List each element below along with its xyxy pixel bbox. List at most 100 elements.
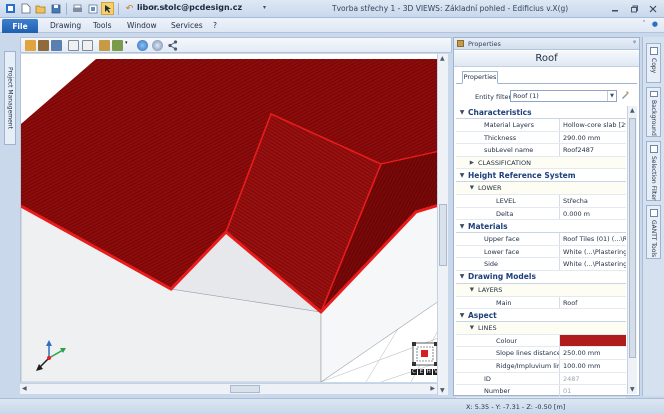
user-account[interactable]: libor.stolc@pcdesign.cz xyxy=(137,3,242,12)
property-value[interactable]: Hollow-core slab [290 xyxy=(560,119,626,131)
chevron-down-icon[interactable]: ▼ xyxy=(607,91,616,101)
collapse-icon[interactable]: ▼ xyxy=(456,172,468,179)
save-icon[interactable] xyxy=(49,2,62,15)
scroll-up-icon[interactable]: ▲ xyxy=(440,55,445,62)
property-value[interactable]: Střecha xyxy=(560,195,626,207)
collapse-icon[interactable]: ▼ xyxy=(456,185,478,191)
property-row[interactable]: Number 01 xyxy=(456,385,626,398)
preview-icon[interactable] xyxy=(86,2,99,15)
menu-window[interactable]: Window xyxy=(127,21,157,30)
viewport-vertical-scrollbar[interactable]: ▲ ▼ xyxy=(437,54,448,395)
user-dropdown-icon[interactable]: ▾ xyxy=(263,4,266,11)
menu-help[interactable]: ? xyxy=(213,21,217,30)
section-aspect[interactable]: ▼ Aspect xyxy=(456,309,626,323)
property-value[interactable]: 290.00 mm xyxy=(560,132,626,144)
section-view-icon[interactable] xyxy=(82,40,93,51)
property-value[interactable]: Roof2487 xyxy=(560,144,626,156)
camera-dropdown-icon[interactable]: ▾ xyxy=(125,40,131,51)
property-row[interactable]: Slope lines distance 250.00 mm xyxy=(456,347,626,360)
collapse-icon[interactable]: ▼ xyxy=(456,287,478,293)
project-management-tab[interactable]: Project Management xyxy=(4,51,16,145)
colour-swatch[interactable] xyxy=(560,334,626,347)
box-view-icon[interactable] xyxy=(68,40,79,51)
scroll-right-icon[interactable]: ▶ xyxy=(430,385,435,392)
collapse-icon[interactable]: ▼ xyxy=(456,325,478,331)
expand-icon[interactable]: ▶ xyxy=(456,160,478,166)
open-folder-icon[interactable] xyxy=(34,2,47,15)
section-height-reference[interactable]: ▼ Height Reference System xyxy=(456,169,626,183)
horizontal-scroll-thumb[interactable] xyxy=(230,385,260,393)
collapse-icon[interactable]: ▼ xyxy=(456,223,468,230)
menu-drawing[interactable]: Drawing xyxy=(50,21,81,30)
3d-viewport[interactable] xyxy=(20,54,448,382)
property-row[interactable]: Side White (...\Plastering xyxy=(456,258,626,271)
section-drawing-models[interactable]: ▼ Drawing Models xyxy=(456,270,626,284)
scroll-down-icon[interactable]: ▼ xyxy=(440,387,445,394)
property-value[interactable]: White (...\Plastering xyxy=(560,258,626,270)
property-value[interactable]: 0.000 m xyxy=(560,208,626,220)
view-cube[interactable]: C E H V xyxy=(411,341,439,379)
new-file-icon[interactable] xyxy=(19,2,32,15)
property-row[interactable]: Delta 0.000 m xyxy=(456,207,626,221)
scroll-down-icon[interactable]: ▼ xyxy=(630,386,635,393)
filter-brush-icon[interactable] xyxy=(620,90,630,102)
view-label-e[interactable]: E xyxy=(418,369,425,375)
render-texture-icon[interactable] xyxy=(38,40,49,51)
tab-properties[interactable]: Properties xyxy=(462,71,498,84)
property-row[interactable]: Upper face Roof Tiles (01) (...\Ro xyxy=(456,233,626,246)
property-grid-scrollbar[interactable]: ▲ ▼ xyxy=(627,106,637,394)
subsection-classification[interactable]: ▶ CLASSIFICATION xyxy=(456,156,626,170)
tab-copy[interactable]: Copy xyxy=(646,43,661,83)
collapse-icon[interactable]: ▼ xyxy=(456,312,468,319)
minimize-icon[interactable] xyxy=(605,1,624,16)
vertical-scroll-thumb[interactable] xyxy=(439,204,447,266)
property-row[interactable]: Thickness 290.00 mm xyxy=(456,131,626,145)
property-row[interactable]: ID 2487 xyxy=(456,372,626,386)
section-materials[interactable]: ▼ Materials xyxy=(456,220,626,234)
orbit-icon[interactable] xyxy=(152,40,163,51)
collapse-icon[interactable]: ▼ xyxy=(456,273,468,280)
property-row[interactable]: subLevel name Roof2487 xyxy=(456,144,626,157)
property-row[interactable]: Colour xyxy=(456,334,626,348)
ribbon-minimize-icon[interactable]: ˆ xyxy=(642,20,646,28)
property-value[interactable]: Roof Tiles (01) (...\Ro xyxy=(560,233,626,245)
close-icon[interactable] xyxy=(643,1,662,16)
entity-filter-select[interactable]: Roof (1) ▼ xyxy=(510,90,617,102)
print-icon[interactable] xyxy=(71,2,84,15)
collapse-icon[interactable]: ▼ xyxy=(456,109,468,116)
restore-icon[interactable] xyxy=(624,1,643,16)
tab-selection-filter[interactable]: Selection Filter xyxy=(646,141,661,201)
viewport-horizontal-scrollbar[interactable]: ◀ ▶ xyxy=(20,383,437,394)
property-value[interactable]: Roof xyxy=(560,297,626,309)
scroll-up-icon[interactable]: ▲ xyxy=(630,107,635,114)
property-value[interactable]: 100.00 mm xyxy=(560,360,626,372)
camera-icon[interactable] xyxy=(112,40,123,51)
subsection-layers[interactable]: ▼ LAYERS xyxy=(456,283,626,297)
section-characteristics[interactable]: ▼ Characteristics xyxy=(456,106,626,119)
subsection-lower[interactable]: ▼ LOWER xyxy=(456,182,626,195)
menu-services[interactable]: Services xyxy=(171,21,203,30)
menu-tools[interactable]: Tools xyxy=(93,21,111,30)
tab-gantt-tools[interactable]: GANTT Tools xyxy=(646,205,661,259)
help-icon[interactable]: ● xyxy=(652,20,658,28)
undo-icon[interactable]: ↶ xyxy=(123,2,136,15)
view-label-h[interactable]: H xyxy=(425,369,432,375)
property-row[interactable]: Lower face White (...\Plastering xyxy=(456,245,626,259)
property-row[interactable]: Material Layers Hollow-core slab [290 xyxy=(456,119,626,132)
app-logo-icon[interactable] xyxy=(4,2,17,15)
sun-light-icon[interactable] xyxy=(137,40,148,51)
property-row[interactable]: Ridge/Impluvium line 100.00 mm xyxy=(456,359,626,373)
scroll-left-icon[interactable]: ◀ xyxy=(22,385,27,392)
property-value[interactable]: White (...\Plastering xyxy=(560,246,626,258)
tab-background[interactable]: Background xyxy=(646,87,661,137)
view-label-c[interactable]: C xyxy=(411,369,417,375)
property-scroll-thumb[interactable] xyxy=(629,118,636,358)
share-icon[interactable] xyxy=(167,40,178,51)
property-row[interactable]: LEVEL Střecha xyxy=(456,194,626,208)
pin-icon[interactable]: ᵠ xyxy=(633,39,636,47)
layers-icon[interactable] xyxy=(99,40,110,51)
render-shaded-icon[interactable] xyxy=(51,40,62,51)
subsection-lines[interactable]: ▼ LINES xyxy=(456,322,626,335)
select-pointer-icon[interactable] xyxy=(101,2,114,15)
property-value[interactable]: 250.00 mm xyxy=(560,347,626,359)
